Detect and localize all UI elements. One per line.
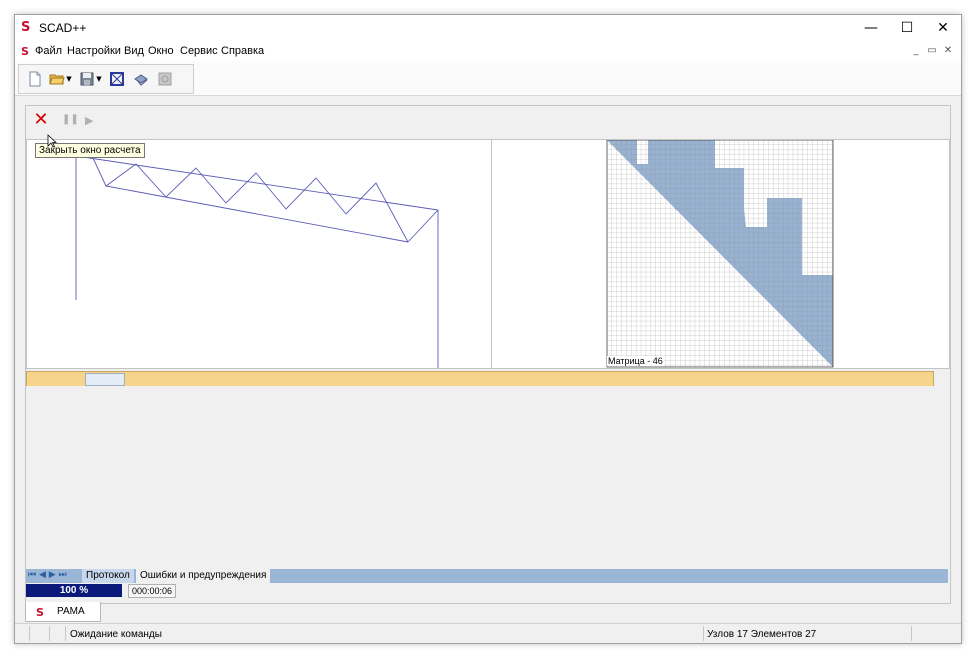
status-divider bbox=[49, 626, 51, 641]
close-calc-button[interactable]: ✕ bbox=[32, 111, 50, 129]
main-toolbar: ▼ ▼ bbox=[15, 61, 961, 96]
document-tab-rama[interactable]: S РАМА bbox=[25, 602, 101, 622]
frame-truss-drawing bbox=[75, 155, 439, 368]
open-dropdown-icon[interactable]: ▼ bbox=[65, 71, 73, 87]
status-counts: Узлов 17 Элементов 27 bbox=[707, 629, 817, 640]
close-button[interactable]: ✕ bbox=[925, 15, 961, 41]
menu-window[interactable]: Окно bbox=[148, 45, 174, 57]
progress-percent: 100 % bbox=[26, 584, 122, 597]
log-tab-bar: ⏮ ◀ ▶ ⏭ Протокол Ошибки и предупреждения bbox=[26, 569, 948, 583]
menu-settings[interactable]: Настройки bbox=[67, 45, 121, 57]
frame-icon[interactable] bbox=[109, 71, 125, 87]
calc-status-row: 100 % 000:00:06 bbox=[26, 584, 950, 598]
matrix-portrait bbox=[606, 139, 834, 368]
new-file-icon[interactable] bbox=[27, 71, 43, 87]
save-dropdown-icon[interactable]: ▼ bbox=[95, 71, 103, 87]
calculation-panel: ✕ ❚❚ ▶ Закрыть окно расчета Матрица - 46… bbox=[25, 105, 951, 604]
open-folder-icon[interactable] bbox=[49, 71, 65, 87]
log-area bbox=[26, 386, 950, 569]
menu-file[interactable]: Файл bbox=[35, 45, 62, 57]
status-divider bbox=[65, 626, 67, 641]
progress-bar bbox=[26, 371, 934, 387]
document-tab-label: РАМА bbox=[57, 606, 85, 617]
print-icon[interactable] bbox=[133, 71, 149, 87]
minimize-button[interactable]: — bbox=[853, 15, 889, 41]
play-button: ▶ bbox=[85, 115, 94, 127]
elapsed-time: 000:00:06 bbox=[128, 584, 176, 598]
pause-button: ❚❚ bbox=[62, 114, 79, 125]
menu-view[interactable]: Вид bbox=[124, 45, 144, 57]
menu-service[interactable]: Сервис bbox=[180, 45, 218, 57]
scad-logo-icon: S bbox=[21, 20, 31, 35]
menu-bar: S Файл Настройки Вид Окно Сервис Справка… bbox=[15, 41, 961, 61]
status-divider bbox=[703, 626, 705, 641]
disabled-tool-icon bbox=[158, 72, 172, 86]
save-disk-icon[interactable] bbox=[79, 71, 95, 87]
menu-logo-icon: S bbox=[21, 45, 29, 58]
document-logo-icon: S bbox=[36, 606, 44, 619]
status-message: Ожидание команды bbox=[70, 629, 162, 640]
toolbar-group: ▼ ▼ bbox=[18, 64, 194, 94]
progress-thumb[interactable] bbox=[85, 373, 125, 386]
tab-nav-buttons[interactable]: ⏮ ◀ ▶ ⏭ bbox=[28, 570, 67, 580]
mdi-minimize-button[interactable]: _ bbox=[909, 44, 923, 58]
title-bar: S SCAD++ — ☐ ✕ bbox=[15, 15, 961, 41]
tab-protocol[interactable]: Протокол bbox=[82, 569, 134, 583]
mdi-restore-button[interactable]: ▭ bbox=[925, 44, 939, 58]
window-title: SCAD++ bbox=[39, 21, 87, 35]
mdi-close-button[interactable]: ✕ bbox=[941, 44, 955, 58]
app-window: S SCAD++ — ☐ ✕ S Файл Настройки Вид Окно… bbox=[14, 14, 962, 644]
matrix-label: Матрица - 46 bbox=[607, 356, 664, 366]
menu-help[interactable]: Справка bbox=[221, 45, 264, 57]
status-bar: Ожидание команды Узлов 17 Элементов 27 bbox=[15, 623, 961, 643]
structure-view bbox=[26, 139, 492, 369]
matrix-view: Матрица - 46 bbox=[491, 139, 950, 369]
status-divider bbox=[911, 626, 913, 641]
maximize-button[interactable]: ☐ bbox=[889, 15, 925, 41]
tab-errors-warnings[interactable]: Ошибки и предупреждения bbox=[136, 569, 271, 583]
status-divider bbox=[29, 626, 31, 641]
mouse-cursor-icon bbox=[47, 134, 57, 148]
calc-toolbar: ✕ ❚❚ ▶ bbox=[26, 106, 950, 136]
